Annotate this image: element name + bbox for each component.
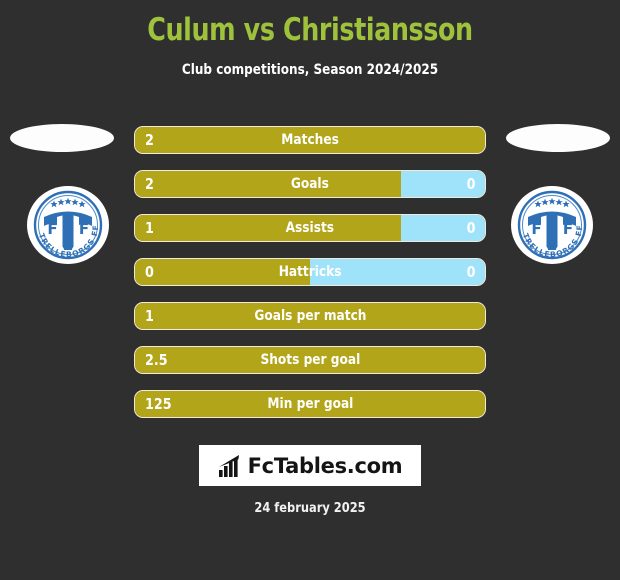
stat-label: Shots per goal [260, 352, 360, 368]
svg-text:F: F [47, 220, 57, 238]
svg-text:F: F [79, 220, 89, 238]
stat-row: 2 Matches [134, 126, 486, 154]
stat-row: 2.5 Shots per goal [134, 346, 486, 374]
stat-row: 125 Min per goal [134, 390, 486, 418]
fctables-logo[interactable]: FcTables.com [199, 445, 421, 486]
stat-label: Matches [281, 132, 339, 148]
away-value: 0 [466, 175, 475, 193]
page-subtitle: Club competitions, Season 2024/2025 [181, 62, 439, 78]
stat-label: Hattricks [278, 264, 342, 280]
svg-text:F: F [531, 220, 541, 238]
away-value: 0 [466, 219, 475, 237]
stat-row: 0 Hattricks 0 [134, 258, 486, 286]
stat-label: Goals [290, 176, 330, 192]
stat-row: 1 Assists 0 [134, 214, 486, 242]
player-photo-away [506, 124, 610, 152]
player-photo-home [10, 124, 114, 152]
away-value: 0 [466, 263, 475, 281]
bar-chart-icon [218, 454, 239, 477]
stat-label: Min per goal [267, 396, 353, 412]
page-title: Culum vs Christiansson [147, 12, 473, 48]
stat-row: 2 Goals 0 [134, 170, 486, 198]
club-badge-away: F F TRELLEBORGS FF [511, 184, 593, 266]
stat-rows: 2 Matches 2 Goals 0 1 Assists 0 0 Hattri… [134, 126, 486, 434]
stat-label: Goals per match [253, 308, 367, 324]
fctables-brand-text: FcTables.com [247, 453, 403, 478]
svg-text:F: F [563, 220, 573, 238]
club-badge-home: F F TRELLEBORGS FF [27, 184, 109, 266]
stat-label: Assists [285, 220, 335, 236]
stat-row: 1 Goals per match [134, 302, 486, 330]
date-label: 24 february 2025 [254, 501, 366, 516]
stat-comparison-card: Culum vs Christiansson Club competitions… [0, 0, 620, 580]
